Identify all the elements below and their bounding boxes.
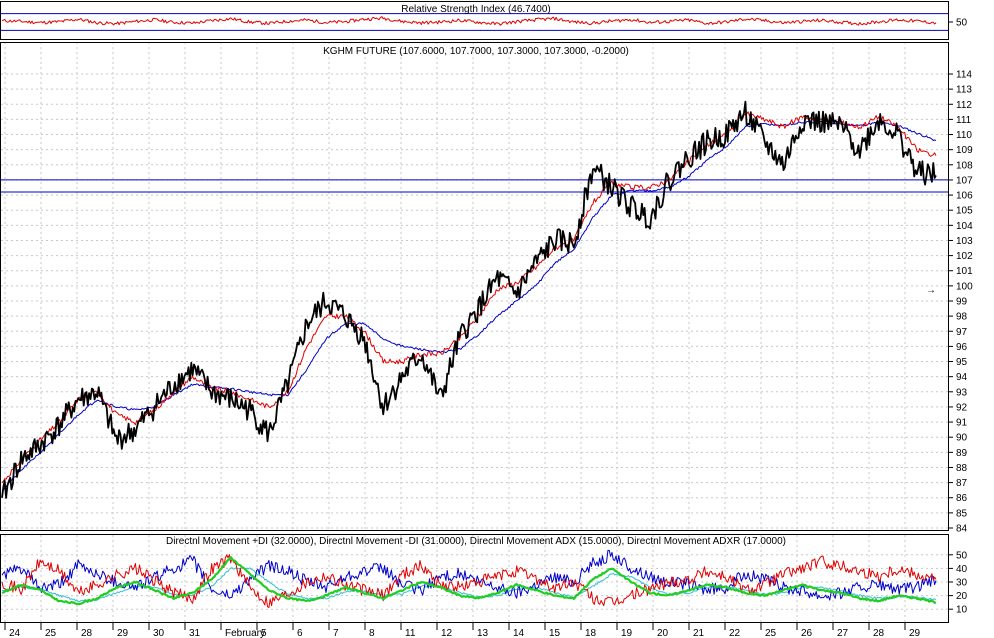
- y-tick-label: 50: [956, 550, 968, 561]
- price-series-kghm-future: [1, 100, 937, 499]
- y-tick-label: 93: [956, 387, 968, 398]
- y-tick-label: 114: [956, 70, 972, 81]
- y-tick-label: 92: [956, 402, 968, 413]
- dmi-panel-title: Directnl Movement +DI (32.0000), Directn…: [166, 536, 786, 547]
- y-tick-label: 30: [956, 578, 968, 589]
- x-tick-label: 27: [837, 628, 849, 638]
- y-tick-label: 20: [956, 591, 968, 602]
- y-tick-label: 110: [956, 130, 972, 141]
- x-tick-label: February: [225, 628, 265, 638]
- y-tick-label: 91: [956, 418, 968, 429]
- x-tick-label: 8: [369, 628, 375, 638]
- y-tick-label: 104: [956, 221, 973, 232]
- x-tick-label: 7: [333, 628, 339, 638]
- y-tick-label: 112: [956, 100, 972, 111]
- x-tick-label: 14: [513, 628, 525, 638]
- x-axis-ticks: 24 25 28 29 30 31 February5 6 7 8 11 12 13 14 15 18 19 20…: [4, 622, 921, 638]
- rsi-panel-title: Relative Strength Index (46.7400): [401, 4, 551, 15]
- y-tick-label: 50: [956, 18, 968, 29]
- y-tick-label: 105: [956, 206, 973, 217]
- x-tick-label: 18: [585, 628, 597, 638]
- y-axis-ticks: 8485868788899091929394959697989910010110…: [948, 18, 973, 616]
- x-tick-label: 28: [81, 628, 93, 638]
- y-tick-label: 84: [956, 524, 968, 535]
- y-tick-label: 113: [956, 85, 972, 96]
- x-tick-label: 13: [477, 628, 489, 638]
- x-tick-label: 11: [405, 628, 416, 638]
- x-tick-label: 29: [909, 628, 921, 638]
- dmi-series-directnl-movement-di: [1, 554, 937, 609]
- level-lines: [1, 13, 948, 193]
- y-tick-label: 88: [956, 463, 968, 474]
- price-series-moving-average-red: [1, 111, 937, 483]
- x-tick-label: 30: [153, 628, 165, 638]
- y-tick-label: 111: [956, 115, 972, 126]
- y-tick-label: 107: [956, 175, 973, 186]
- y-tick-label: 99: [956, 297, 968, 308]
- series-layer: [1, 16, 937, 609]
- x-tick-label: 25: [765, 628, 777, 638]
- x-tick-label: 28: [873, 628, 885, 638]
- x-tick-label: 31: [189, 628, 201, 638]
- x-tick-label: 22: [729, 628, 741, 638]
- y-tick-label: 103: [956, 236, 973, 247]
- y-tick-label: 97: [956, 327, 968, 338]
- y-tick-label: 87: [956, 478, 968, 489]
- x-tick-label: 21: [693, 628, 705, 638]
- x-tick-label: 25: [45, 628, 57, 638]
- y-tick-label: 10: [956, 605, 968, 616]
- x-tick-label: 12: [441, 628, 453, 638]
- y-tick-label: 86: [956, 493, 968, 504]
- y-tick-label: 85: [956, 508, 968, 519]
- x-tick-label: 15: [549, 628, 561, 638]
- y-tick-label: 101: [956, 266, 973, 277]
- y-tick-label: 102: [956, 251, 973, 262]
- rsi-series-relative-strength-index: [1, 16, 937, 26]
- y-tick-label: 94: [956, 372, 968, 383]
- y-tick-label: 98: [956, 312, 968, 323]
- x-tick-label: 20: [657, 628, 669, 638]
- y-tick-label: 90: [956, 433, 968, 444]
- dmi-series-directnl-movement-adx: [1, 556, 937, 606]
- y-tick-label: 100: [956, 281, 973, 292]
- x-tick-label: 29: [117, 628, 129, 638]
- price-panel-title: KGHM FUTURE (107.6000, 107.7000, 107.300…: [323, 46, 629, 57]
- y-tick-label: 109: [956, 145, 973, 156]
- y-tick-label: 108: [956, 160, 973, 171]
- price-series-moving-average-blue: [1, 120, 937, 491]
- y-tick-label: 96: [956, 342, 968, 353]
- y-tick-label: 40: [956, 564, 968, 575]
- y-tick-label: 89: [956, 448, 968, 459]
- x-tick-label: 19: [621, 628, 633, 638]
- price-marker-arrow: →: [926, 285, 936, 296]
- x-tick-label: 5: [261, 628, 267, 638]
- y-tick-label: 106: [956, 191, 973, 202]
- x-tick-label: 6: [297, 628, 303, 638]
- technical-analysis-chart: 8485868788899091929394959697989910010110…: [0, 1, 973, 638]
- y-tick-label: 95: [956, 357, 968, 368]
- x-tick-label: 26: [801, 628, 813, 638]
- x-tick-label: 24: [9, 628, 21, 638]
